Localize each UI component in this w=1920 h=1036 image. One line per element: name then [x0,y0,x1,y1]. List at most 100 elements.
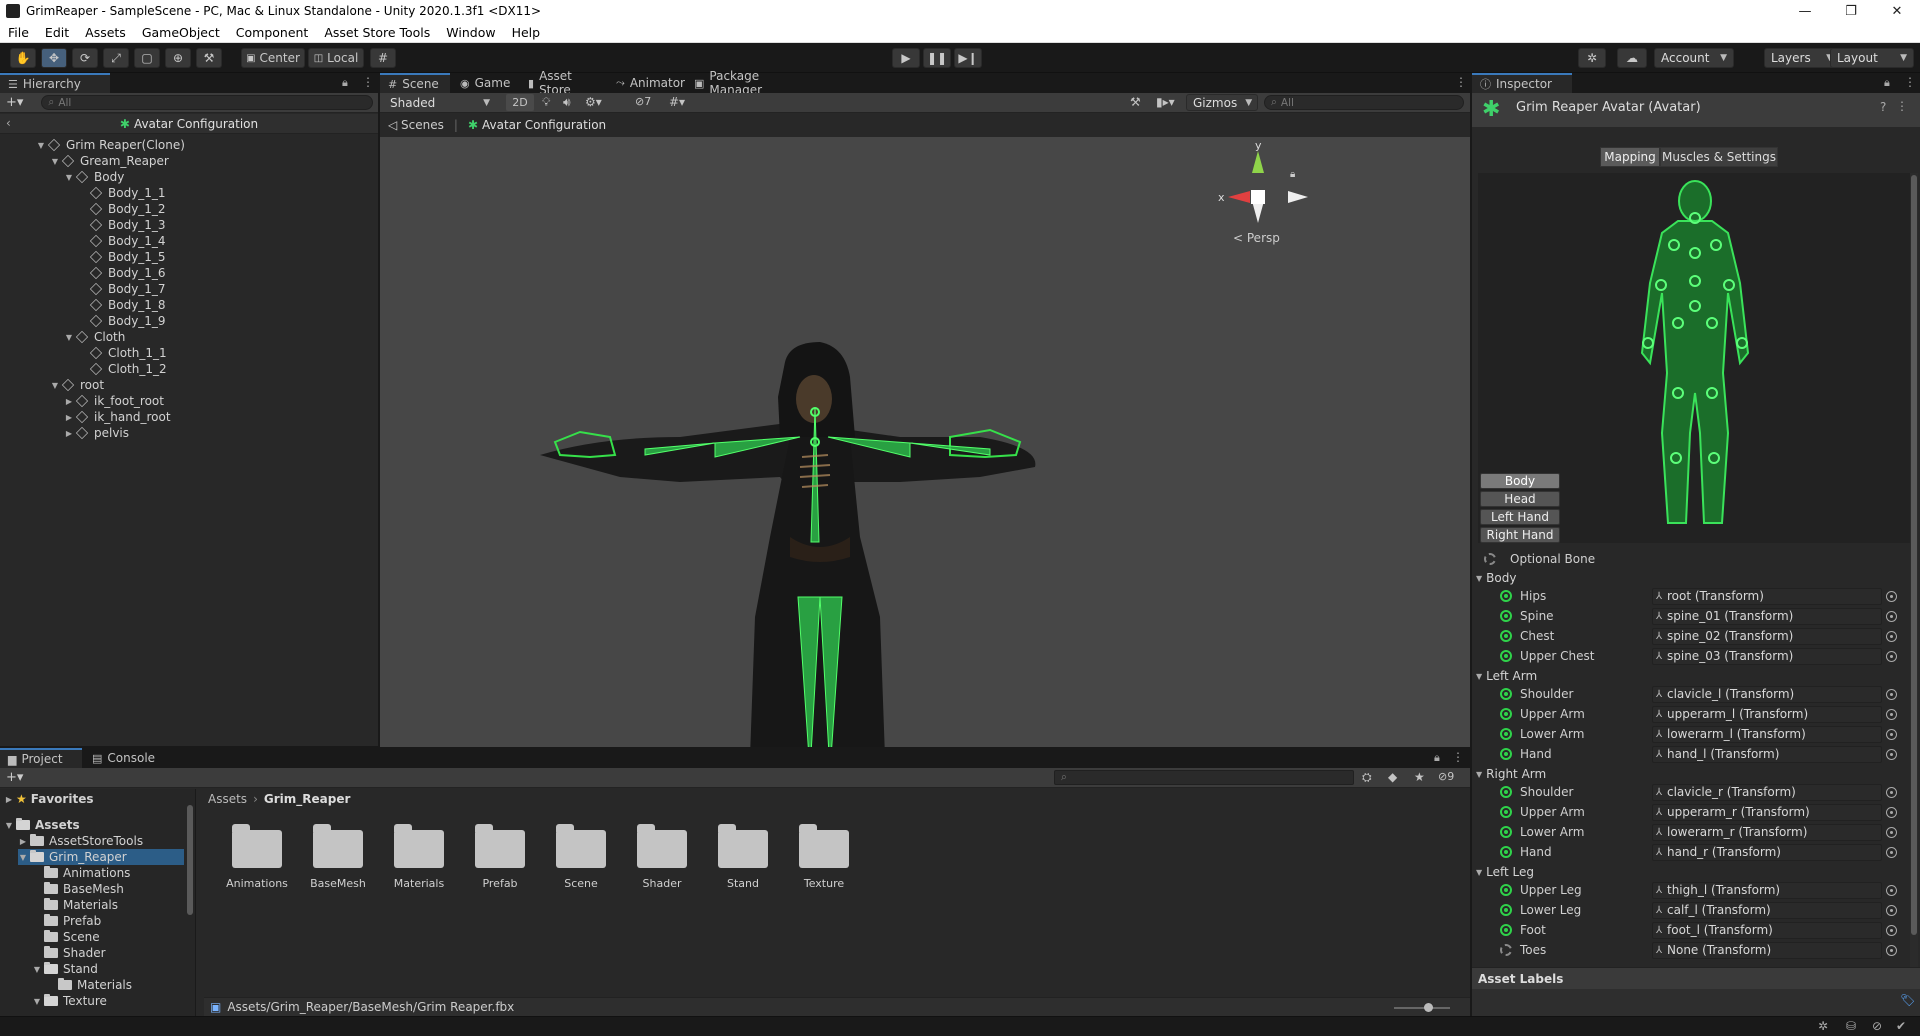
optional-bone-icon[interactable] [1500,944,1512,956]
bone-mapped-icon[interactable] [1500,728,1512,740]
asset-folder-tile[interactable]: BaseMesh [293,816,373,906]
menu-help[interactable]: Help [504,25,549,40]
expand-arrow-icon[interactable]: ▼ [1476,868,1482,877]
hierarchy-item[interactable]: ▼ Gream_Reaper [50,153,169,169]
menu-edit[interactable]: Edit [37,25,77,40]
hierarchy-item[interactable]: ▼ root [50,377,104,393]
audio-icon[interactable]: 🔊︎ [563,95,571,110]
kebab-menu-icon[interactable]: ⋮ [1904,75,1916,89]
scene-canvas[interactable]: y x 🔒︎ < Persp [380,137,1470,747]
bone-mapped-icon[interactable] [1500,904,1512,916]
tree-scrollbar[interactable] [186,795,194,1015]
expand-arrow-icon[interactable]: ▼ [32,965,42,974]
pivot-space-toggle[interactable]: ◫ Local [308,48,364,68]
scene-viewport[interactable]: y x 🔒︎ < Persp [380,137,1470,747]
filter-label-icon[interactable]: ◆ [1388,770,1397,784]
gizmo-lock-icon[interactable]: 🔒︎ [1290,169,1295,180]
tools-icon[interactable]: ⚒ [1130,95,1141,109]
transform-object-field[interactable]: thigh_l (Transform) [1652,882,1882,899]
hierarchy-item[interactable]: Cloth_1_2 [78,361,167,377]
tab-inspector[interactable]: ⓘ Inspector [1472,73,1572,93]
transform-object-field[interactable]: spine_01 (Transform) [1652,608,1882,625]
rotate-tool-icon[interactable]: ⟳ [72,48,98,68]
inspector-scrollbar[interactable] [1910,173,1918,967]
object-picker-icon[interactable] [1886,945,1897,956]
2d-toggle[interactable]: 2D [506,94,534,111]
hierarchy-item[interactable]: Body_1_4 [78,233,166,249]
transform-tool-icon[interactable]: ⊕ [165,48,191,68]
transform-object-field[interactable]: root (Transform) [1652,588,1882,605]
tab-asset-store[interactable]: ▮ Asset Store [520,69,606,97]
transform-object-field[interactable]: clavicle_r (Transform) [1652,784,1882,801]
expand-arrow-icon[interactable]: ▶ [64,429,74,438]
hierarchy-item[interactable]: Body_1_9 [78,313,166,329]
tab-game[interactable]: ◉ Game [452,73,518,93]
transform-object-field[interactable]: None (Transform) [1652,942,1882,959]
hierarchy-item[interactable]: ▶ pelvis [64,425,129,441]
bone-mapped-icon[interactable] [1500,786,1512,798]
object-picker-icon[interactable] [1886,611,1897,622]
hierarchy-item[interactable]: Body_1_6 [78,265,166,281]
hierarchy-search-input[interactable]: ⌕ All [41,95,374,110]
expand-arrow-icon[interactable]: ▶ [64,397,74,406]
menu-gameobject[interactable]: GameObject [134,25,228,40]
menu-window[interactable]: Window [438,25,503,40]
tab-hierarchy[interactable]: ☰ Hierarchy [0,73,110,93]
object-picker-icon[interactable] [1886,591,1897,602]
favorite-star-icon[interactable]: ★ [1414,770,1425,784]
body-part-button-body[interactable]: Body [1480,473,1560,489]
asset-folder-tile[interactable]: Shader [617,816,697,906]
project-tree-item[interactable]: ▼ Grim_Reaper [18,849,184,865]
lock-icon[interactable]: 🔒︎ [342,76,348,90]
transform-object-field[interactable]: spine_02 (Transform) [1652,628,1882,645]
bone-mapped-icon[interactable] [1500,924,1512,936]
hierarchy-item[interactable]: Body_1_5 [78,249,166,265]
minimize-button[interactable]: — [1782,0,1828,22]
hierarchy-item[interactable]: Cloth_1_1 [78,345,167,361]
bone-mapped-icon[interactable] [1500,590,1512,602]
orientation-gizmo[interactable]: y x [1218,139,1308,223]
project-tree-item[interactable]: ▼ Stand [32,961,98,977]
tab-muscles-settings[interactable]: Muscles & Settings [1660,147,1778,167]
auto-generate-lighting-icon[interactable]: ⊘ [1872,1019,1882,1033]
expand-arrow-icon[interactable]: ▼ [1476,770,1482,779]
gizmos-dropdown[interactable]: Gizmos ▼ [1186,94,1258,111]
transform-object-field[interactable]: foot_l (Transform) [1652,922,1882,939]
bone-mapped-icon[interactable] [1500,846,1512,858]
object-picker-icon[interactable] [1886,729,1897,740]
project-search-input[interactable]: ⌕ [1054,770,1354,785]
asset-folder-tile[interactable]: Texture [779,816,859,906]
transform-object-field[interactable]: spine_03 (Transform) [1652,648,1882,665]
project-tree-item[interactable]: Prefab [32,913,101,929]
effects-icon[interactable]: ⚙▾ [585,95,602,109]
tab-scene[interactable]: # Scene [380,73,450,93]
object-picker-icon[interactable] [1886,631,1897,642]
lighting-icon[interactable]: 💡︎ [542,95,550,110]
bone-mapped-icon[interactable] [1500,650,1512,662]
expand-arrow-icon[interactable]: ▼ [64,333,74,342]
expand-arrow-icon[interactable]: ▼ [18,853,28,862]
tag-icon[interactable]: 🏷︎ [1900,993,1915,1007]
layout-dropdown[interactable]: Layout ▼ [1830,48,1914,68]
expand-arrow-icon[interactable]: ▼ [1476,672,1482,681]
kebab-menu-icon[interactable]: ⋮ [1452,750,1464,764]
services-icon[interactable]: ✲ [1578,48,1606,68]
transform-object-field[interactable]: upperarm_l (Transform) [1652,706,1882,723]
breadcrumb-grim-reaper[interactable]: Grim_Reaper [264,792,351,806]
favorites-node[interactable]: ▶ ★ Favorites [4,791,94,807]
bone-mapped-icon[interactable] [1500,884,1512,896]
object-picker-icon[interactable] [1886,925,1897,936]
object-picker-icon[interactable] [1886,885,1897,896]
object-picker-icon[interactable] [1886,807,1897,818]
bone-mapped-icon[interactable] [1500,826,1512,838]
object-picker-icon[interactable] [1886,709,1897,720]
object-picker-icon[interactable] [1886,905,1897,916]
pivot-center-toggle[interactable]: ▣ Center [241,48,305,68]
expand-arrow-icon[interactable]: ▶ [18,837,28,846]
object-picker-icon[interactable] [1886,749,1897,760]
transform-object-field[interactable]: hand_r (Transform) [1652,844,1882,861]
bone-mapped-icon[interactable] [1500,630,1512,642]
kebab-menu-icon[interactable]: ⋮ [362,75,374,89]
tab-project[interactable]: ▆ Project [0,748,82,768]
project-tree-item[interactable]: Materials [32,897,118,913]
